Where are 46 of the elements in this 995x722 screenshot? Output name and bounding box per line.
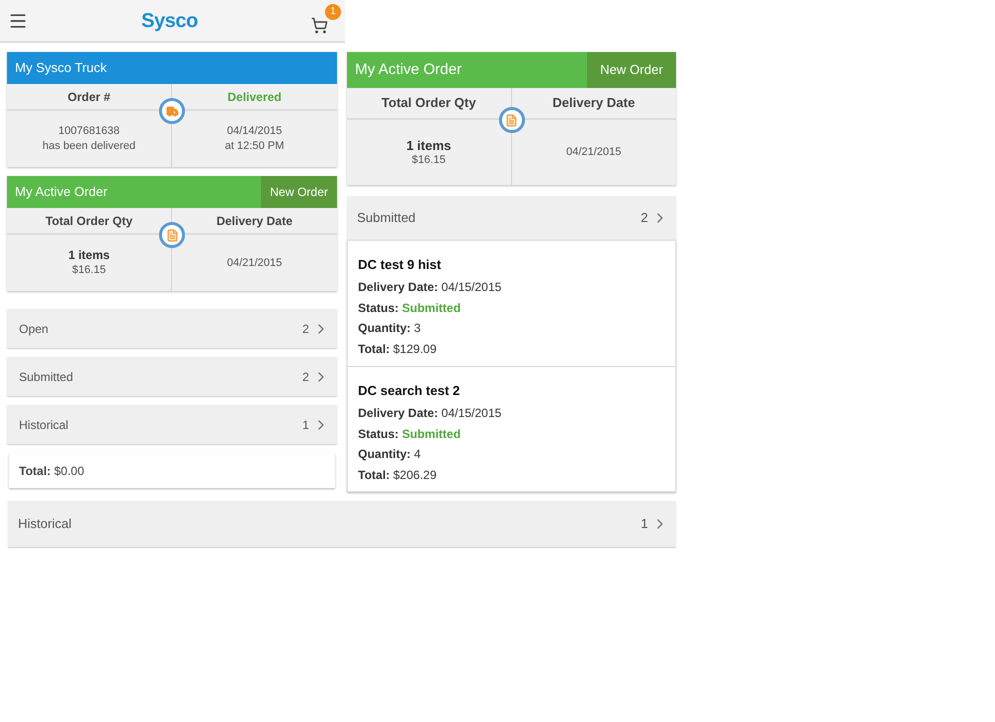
order-field: Delivery Date: 04/15/2015 <box>358 406 502 420</box>
order-field: Total: $129.09 <box>358 342 437 356</box>
order-name[interactable]: DC search test 2 <box>358 382 665 399</box>
group-label: Historical <box>19 416 70 434</box>
group-label: Submitted <box>357 209 417 228</box>
cart-badge: 1 <box>325 4 341 20</box>
card-title: My Active Order <box>7 176 261 208</box>
group-count: 1 <box>640 515 648 534</box>
card-value: 04/21/2015 <box>566 145 622 160</box>
order-group-row[interactable]: Historical 1 <box>8 501 676 547</box>
total-text: Total: $0.00 <box>19 462 84 480</box>
order-field: Status: Submitted <box>358 300 461 314</box>
order-field: Delivery Date: 04/15/2015 <box>358 280 502 294</box>
card-value: $16.15 <box>72 263 106 278</box>
order-name[interactable]: DC test 9 hist <box>358 256 665 273</box>
card-title: My Sysco Truck <box>7 52 337 84</box>
order-field: Quantity: 4 <box>358 447 421 461</box>
group-label: Submitted <box>19 368 74 386</box>
order-field: Quantity: 3 <box>358 321 421 335</box>
truck-icon <box>159 98 185 124</box>
logo: Sysco <box>140 8 199 34</box>
card-value: 04/21/2015 <box>226 256 282 270</box>
card-value: 1007681638 <box>58 124 120 139</box>
document-icon <box>159 222 185 248</box>
group-count: 2 <box>302 368 309 386</box>
order-group-row[interactable]: Historical 1 <box>7 405 337 444</box>
new-order-button[interactable]: New Order <box>587 52 676 88</box>
group-label: Historical <box>18 515 72 534</box>
document-icon <box>498 107 524 133</box>
order-group-row[interactable]: Open 2 <box>7 309 337 348</box>
group-count: 2 <box>302 320 309 338</box>
card-value: $16.15 <box>412 152 446 168</box>
card-value: 1 items <box>68 248 110 263</box>
group-count: 2 <box>640 209 648 228</box>
card-value: at 12:50 PM <box>224 139 284 154</box>
group-count: 1 <box>302 416 309 434</box>
order-field: Total: $206.29 <box>358 468 437 482</box>
card-value: has been delivered <box>42 139 136 154</box>
order-field: Status: Submitted <box>358 426 461 440</box>
group-label: Open <box>19 320 50 338</box>
card-value: 04/14/2015 <box>226 124 282 139</box>
order-group-row[interactable]: Submitted 2 <box>347 196 676 240</box>
new-order-button[interactable]: New Order <box>261 176 337 208</box>
order-group-row[interactable]: Submitted 2 <box>7 357 337 396</box>
card-value: 1 items <box>406 138 452 152</box>
card-title: My Active Order <box>347 52 587 88</box>
